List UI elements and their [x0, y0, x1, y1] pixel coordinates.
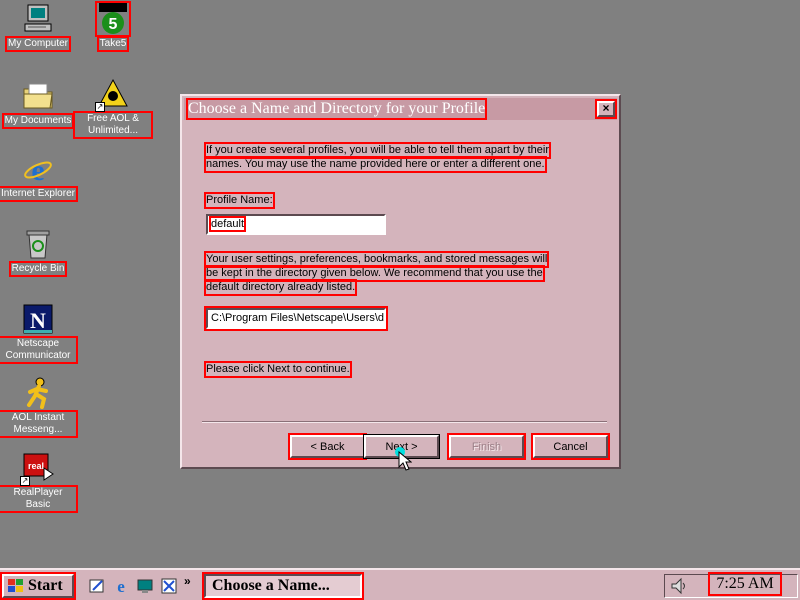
desktop-icon-take5[interactable]: 5 Take5 [75, 1, 151, 52]
profile-name-value: default [208, 216, 247, 232]
settings-text-line1: Your user settings, preferences, bookmar… [203, 251, 550, 268]
windows-logo-icon [8, 579, 23, 592]
shortcut-arrow-icon: ↗ [20, 476, 30, 486]
svg-text:real: real [28, 461, 44, 471]
desktop-icon-my-computer[interactable]: My Computer [0, 3, 76, 52]
taskbar: Start e » Choose a Name... [0, 568, 800, 600]
icon-label: Recycle Bin [8, 261, 68, 277]
back-button[interactable]: < Back [288, 433, 367, 460]
cancel-button[interactable]: Cancel [531, 433, 610, 460]
desktop-icon-my-documents[interactable]: My Documents [0, 80, 76, 129]
take5-icon: 5 [95, 1, 131, 37]
icon-label: My Documents [1, 113, 75, 129]
quicklaunch-edit-icon[interactable] [88, 577, 106, 595]
internet-explorer-icon: e [22, 153, 54, 187]
quicklaunch-chevron[interactable]: » [184, 574, 191, 588]
settings-text-line2: be kept in the directory given below. We… [204, 265, 545, 282]
icon-label: Netscape Communicator [0, 336, 78, 364]
svg-text:5: 5 [109, 16, 118, 33]
desktop-icon-free-aol[interactable]: ↗ Free AOL & Unlimited... [73, 78, 153, 139]
icon-label: Free AOL & Unlimited... [73, 111, 153, 139]
computer-icon [22, 3, 54, 35]
button-separator [202, 421, 607, 423]
dialog-title: Choose a Name and Directory for your Pro… [185, 98, 488, 120]
realplayer-icon: real ↗ [20, 452, 54, 486]
directory-input[interactable]: C:\Program Files\Netscape\Users\d [204, 306, 388, 331]
quicklaunch-channels-icon[interactable] [160, 577, 178, 595]
profile-dialog: Choose a Name and Directory for your Pro… [180, 94, 621, 469]
svg-text:e: e [31, 154, 44, 185]
folder-icon [22, 80, 54, 112]
intro-text-line2: names. You may use the name provided her… [204, 156, 547, 173]
quicklaunch-desktop-icon[interactable] [136, 577, 154, 595]
continue-instruction: Please click Next to continue. [204, 361, 352, 378]
desktop-icon-internet-explorer[interactable]: e Internet Explorer [0, 153, 78, 202]
icon-label: AOL Instant Messeng... [0, 410, 78, 438]
icon-label: Take5 [96, 36, 130, 52]
netscape-icon: N [22, 303, 54, 335]
intro-text-line1: If you create several profiles, you will… [203, 142, 552, 159]
settings-text-line3: default directory already listed. [203, 279, 358, 296]
taskbar-task-profile-dialog[interactable]: Choose a Name... [202, 572, 364, 600]
taskbar-clock[interactable]: 7:25 AM [708, 572, 782, 596]
svg-text:N: N [30, 308, 46, 333]
mouse-cursor-icon [398, 451, 412, 471]
task-label: Choose a Name... [212, 577, 330, 594]
start-button[interactable]: Start [0, 572, 76, 600]
aol-triangle-icon: ↗ [95, 78, 129, 112]
shortcut-arrow-icon: ↗ [95, 102, 105, 112]
desktop-icon-aol-instant-messenger[interactable]: AOL Instant Messeng... [0, 377, 78, 438]
icon-label: RealPlayer Basic [0, 485, 78, 513]
desktop-icon-realplayer[interactable]: real ↗ RealPlayer Basic [0, 452, 78, 513]
icon-label: My Computer [4, 36, 72, 52]
recycle-bin-icon [22, 228, 54, 260]
finish-button: Finish [447, 433, 526, 460]
icon-label: Internet Explorer [0, 186, 78, 202]
dialog-titlebar[interactable]: Choose a Name and Directory for your Pro… [184, 98, 617, 120]
close-button[interactable]: × [595, 99, 617, 119]
profile-name-label: Profile Name: [204, 192, 275, 209]
volume-icon[interactable] [670, 577, 688, 595]
desktop-icon-recycle-bin[interactable]: Recycle Bin [0, 228, 76, 277]
quicklaunch-ie-icon[interactable]: e [112, 577, 130, 595]
aim-running-man-icon [22, 377, 54, 409]
svg-text:e: e [117, 577, 125, 595]
desktop-icon-netscape[interactable]: N Netscape Communicator [0, 303, 78, 364]
start-label: Start [28, 577, 63, 594]
profile-name-input[interactable]: default [206, 214, 386, 235]
